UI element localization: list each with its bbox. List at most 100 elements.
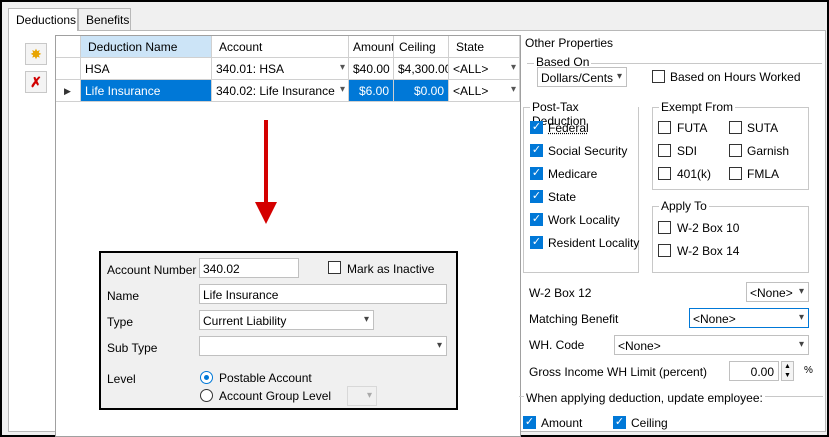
sdi-checkbox[interactable] <box>658 144 671 157</box>
cell-state-value: <ALL> <box>453 84 489 98</box>
garnish-checkbox[interactable] <box>729 144 742 157</box>
spin-down-icon[interactable]: ▼ <box>782 371 793 380</box>
matching-benefit-select[interactable]: <None> ▾ <box>689 308 809 328</box>
chevron-down-icon: ▾ <box>436 340 442 351</box>
resident-locality-checkbox[interactable]: ✓ <box>530 236 543 249</box>
matching-benefit-value: <None> <box>693 312 736 326</box>
column-header-account[interactable]: Account <box>212 36 349 58</box>
w2-box10-label: W-2 Box 10 <box>677 221 740 235</box>
cell-ceiling[interactable]: $4,300.00 <box>394 58 449 80</box>
cell-account-value: 340.02: Life Insurance <box>216 84 335 98</box>
chevron-down-icon: ▾ <box>798 286 804 297</box>
grid-header: Deduction Name Account Amount Ceiling St… <box>56 36 520 58</box>
gross-wh-limit-input[interactable]: 0.00 <box>729 361 779 381</box>
w2-box10-checkbox[interactable] <box>658 221 671 234</box>
subtype-select[interactable]: ▾ <box>199 336 447 356</box>
cell-amount[interactable]: $40.00 <box>349 58 394 80</box>
tab-benefits[interactable]: Benefits <box>78 8 131 30</box>
add-deduction-button[interactable]: ✸ <box>25 43 47 65</box>
account-detail-callout: Account Number 340.02 Mark as Inactive N… <box>99 251 458 410</box>
medicare-checkbox[interactable]: ✓ <box>530 167 543 180</box>
postable-account-label: Postable Account <box>219 371 312 385</box>
fmla-label: FMLA <box>747 167 780 181</box>
fmla-checkbox[interactable] <box>729 167 742 180</box>
work-locality-checkbox[interactable]: ✓ <box>530 213 543 226</box>
cell-state[interactable]: <ALL> ▾ <box>449 58 520 80</box>
account-number-label: Account Number <box>107 263 197 277</box>
window-frame: Deductions Benefits ✸ ✗ Deduction Name A… <box>0 0 829 437</box>
federal-checkbox[interactable]: ✓ <box>530 121 543 134</box>
delete-deduction-button[interactable]: ✗ <box>25 71 47 93</box>
social-security-label: Social Security <box>548 144 628 158</box>
subtype-label: Sub Type <box>107 341 158 355</box>
table-row[interactable]: HSA 340.01: HSA ▾ $40.00 $4,300.00 <ALL>… <box>56 58 520 80</box>
chevron-down-icon[interactable]: ▾ <box>511 62 516 73</box>
cell-account[interactable]: 340.02: Life Insurance ▾ <box>212 80 349 102</box>
sdi-label: SDI <box>677 144 698 158</box>
work-locality-label: Work Locality <box>548 213 620 227</box>
resident-locality-label: Resident Locality <box>548 236 640 250</box>
tab-deductions[interactable]: Deductions <box>8 8 78 31</box>
social-security-checkbox[interactable]: ✓ <box>530 144 543 157</box>
column-header-deduction-name[interactable]: Deduction Name <box>81 36 212 58</box>
column-header-state[interactable]: State <box>449 36 520 58</box>
cell-ceiling[interactable]: $0.00 <box>394 80 449 102</box>
cell-state[interactable]: <ALL> ▾ <box>449 80 520 102</box>
chevron-down-icon: ▾ <box>363 314 369 325</box>
w2-box12-value: <None> <box>750 286 793 300</box>
table-row-selected[interactable]: ▶ Life Insurance 340.02: Life Insurance … <box>56 80 520 102</box>
chevron-down-icon: ▾ <box>616 71 622 82</box>
gross-wh-limit-label: Gross Income WH Limit (percent) <box>529 365 708 379</box>
percent-unit: % <box>804 365 813 376</box>
red-x-delete-icon: ✗ <box>30 73 42 90</box>
401k-checkbox[interactable] <box>658 167 671 180</box>
name-input[interactable]: Life Insurance <box>199 284 447 304</box>
chevron-down-icon[interactable]: ▾ <box>340 84 345 95</box>
based-on-value: Dollars/Cents <box>541 71 614 85</box>
update-ceiling-checkbox[interactable]: ✓ <box>613 416 626 429</box>
state-checkbox[interactable]: ✓ <box>530 190 543 203</box>
other-properties-title: Other Properties <box>525 36 614 50</box>
suta-checkbox[interactable] <box>729 121 742 134</box>
suta-label: SUTA <box>747 121 779 135</box>
based-on-select[interactable]: Dollars/Cents ▾ <box>537 67 627 87</box>
w2-box14-label: W-2 Box 14 <box>677 244 740 258</box>
column-header-ceiling[interactable]: Ceiling <box>394 36 449 58</box>
chevron-down-icon[interactable]: ▾ <box>340 62 345 73</box>
federal-label: Federal <box>548 121 589 135</box>
account-group-level-select[interactable]: ▾ <box>347 386 377 406</box>
exempt-from-title: Exempt From <box>659 100 736 114</box>
type-select[interactable]: Current Liability ▾ <box>199 310 374 330</box>
cell-account[interactable]: 340.01: HSA ▾ <box>212 58 349 80</box>
mark-inactive-checkbox[interactable] <box>328 261 341 274</box>
update-amount-checkbox[interactable]: ✓ <box>523 416 536 429</box>
column-header-amount[interactable]: Amount <box>349 36 394 58</box>
wh-code-label: WH. Code <box>529 338 585 352</box>
account-group-level-label: Account Group Level <box>219 389 332 403</box>
w2-box12-select[interactable]: <None> ▾ <box>746 282 809 302</box>
update-employee-title: When applying deduction, update employee… <box>524 391 765 405</box>
futa-checkbox[interactable] <box>658 121 671 134</box>
account-group-level-radio[interactable] <box>200 389 213 402</box>
row-selector[interactable] <box>56 58 81 80</box>
row-header-corner <box>56 36 81 58</box>
wh-code-select[interactable]: <None> ▾ <box>614 335 809 355</box>
w2-box14-checkbox[interactable] <box>658 244 671 257</box>
name-label: Name <box>107 289 140 303</box>
update-ceiling-label: Ceiling <box>631 416 668 430</box>
chevron-down-icon: ▾ <box>366 390 372 401</box>
account-number-input[interactable]: 340.02 <box>199 258 299 278</box>
hours-worked-checkbox[interactable] <box>652 70 665 83</box>
spin-up-icon[interactable]: ▲ <box>782 362 793 371</box>
apply-to-group: Apply To <box>652 199 809 273</box>
matching-benefit-label: Matching Benefit <box>529 312 619 326</box>
chevron-down-icon: ▾ <box>798 339 804 350</box>
chevron-down-icon[interactable]: ▾ <box>511 84 516 95</box>
cell-deduction-name[interactable]: Life Insurance <box>81 80 212 102</box>
gross-wh-limit-spinner[interactable]: ▲ ▼ <box>781 361 794 381</box>
cell-amount[interactable]: $6.00 <box>349 80 394 102</box>
cell-deduction-name[interactable]: HSA <box>81 58 212 80</box>
postable-account-radio[interactable] <box>200 371 213 384</box>
garnish-label: Garnish <box>747 144 790 158</box>
mark-inactive-label: Mark as Inactive <box>347 262 435 276</box>
